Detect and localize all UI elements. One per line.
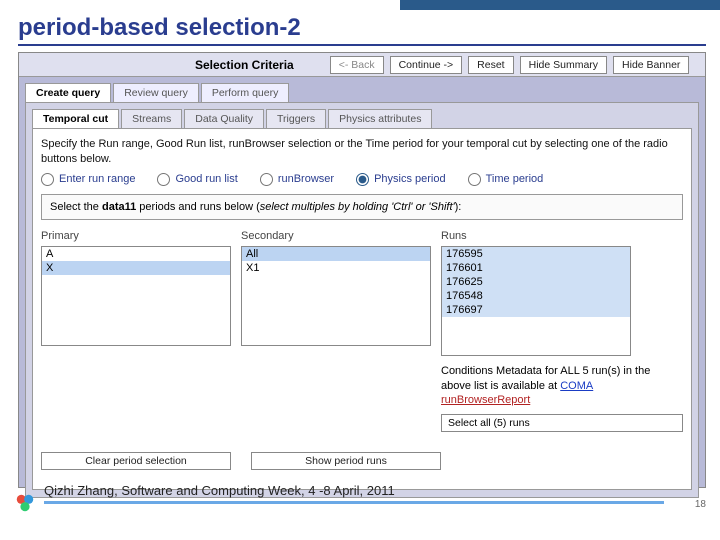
- hide-summary-button[interactable]: Hide Summary: [520, 56, 607, 74]
- run-browser-report: runBrowserReport: [441, 394, 530, 406]
- radio-physics-period-input[interactable]: [356, 173, 369, 186]
- instr-bold: data11: [102, 201, 136, 213]
- secondary-item[interactable]: All: [242, 247, 430, 261]
- top-accent-bar: [400, 0, 720, 10]
- primary-label: Primary: [41, 230, 231, 242]
- tab-review-query[interactable]: Review query: [113, 83, 199, 102]
- secondary-column: Secondary All X1: [241, 230, 431, 433]
- logo-icon: [14, 492, 36, 514]
- instr-pre: Select the: [50, 201, 102, 213]
- tab-streams[interactable]: Streams: [121, 109, 182, 128]
- runs-listbox[interactable]: 176595 176601 176625 176548 176697: [441, 246, 631, 356]
- tab-triggers[interactable]: Triggers: [266, 109, 326, 128]
- temporal-radio-group: Enter run range Good run list runBrowser…: [41, 173, 683, 186]
- secondary-item[interactable]: X1: [242, 261, 430, 275]
- conditions-text: Conditions Metadata for ALL 5 run(s) in …: [441, 364, 683, 409]
- run-item[interactable]: 176595: [442, 247, 630, 261]
- radio-run-browser-input[interactable]: [260, 173, 273, 186]
- continue-button[interactable]: Continue ->: [390, 56, 463, 74]
- intro-text: Specify the Run range, Good Run list, ru…: [41, 137, 683, 167]
- radio-good-run-list-input[interactable]: [157, 173, 170, 186]
- run-item[interactable]: 176548: [442, 289, 630, 303]
- runs-column: Runs 176595 176601 176625 176548 176697 …: [441, 230, 683, 433]
- runs-label: Runs: [441, 230, 683, 242]
- instr-mid: periods and runs below (: [136, 201, 260, 213]
- run-item[interactable]: 176601: [442, 261, 630, 275]
- radio-run-range-label: Enter run range: [59, 173, 135, 185]
- hide-banner-button[interactable]: Hide Banner: [613, 56, 689, 74]
- select-all-runs-button[interactable]: Select all (5) runs: [441, 414, 683, 432]
- slide-title: period-based selection-2: [18, 14, 706, 46]
- secondary-label: Secondary: [241, 230, 431, 242]
- radio-good-run-list[interactable]: Good run list: [157, 173, 237, 186]
- toolbar-title: Selection Criteria: [195, 58, 294, 72]
- radio-time-period-label: Time period: [486, 173, 544, 185]
- radio-good-run-list-label: Good run list: [175, 173, 237, 185]
- period-columns: Primary A X Secondary All X1 Runs: [41, 230, 683, 433]
- radio-run-range[interactable]: Enter run range: [41, 173, 135, 186]
- primary-listbox[interactable]: A X: [41, 246, 231, 346]
- tab-data-quality[interactable]: Data Quality: [184, 109, 264, 128]
- conditions-pre: Conditions Metadata for ALL 5 run(s) in …: [441, 365, 650, 392]
- create-query-panel: Temporal cut Streams Data Quality Trigge…: [25, 102, 699, 498]
- tab-create-query[interactable]: Create query: [25, 83, 111, 102]
- bottom-buttons: Clear period selection Show period runs: [41, 452, 683, 470]
- secondary-listbox[interactable]: All X1: [241, 246, 431, 346]
- radio-run-browser-label: runBrowser: [278, 173, 334, 185]
- run-item[interactable]: 176697: [442, 303, 630, 317]
- tab-temporal-cut[interactable]: Temporal cut: [32, 109, 119, 128]
- radio-time-period[interactable]: Time period: [468, 173, 544, 186]
- radio-run-range-input[interactable]: [41, 173, 54, 186]
- outer-tabs: Create query Review query Perform query: [25, 83, 705, 102]
- show-period-runs-button[interactable]: Show period runs: [251, 452, 441, 470]
- radio-physics-period[interactable]: Physics period: [356, 173, 446, 186]
- radio-physics-period-label: Physics period: [374, 173, 446, 185]
- coma-link[interactable]: COMA: [560, 380, 593, 392]
- instr-italic: select multiples by holding 'Ctrl' or 'S…: [260, 201, 455, 213]
- clear-period-button[interactable]: Clear period selection: [41, 452, 231, 470]
- instr-end: ):: [455, 201, 462, 213]
- primary-column: Primary A X: [41, 230, 231, 433]
- tab-perform-query[interactable]: Perform query: [201, 83, 290, 102]
- radio-time-period-input[interactable]: [468, 173, 481, 186]
- primary-item[interactable]: A: [42, 247, 230, 261]
- tab-physics-attributes[interactable]: Physics attributes: [328, 109, 432, 128]
- temporal-cut-panel: Specify the Run range, Good Run list, ru…: [32, 128, 692, 490]
- selection-criteria-toolbar: Selection Criteria <- Back Continue -> R…: [19, 53, 705, 77]
- page-number: 18: [695, 499, 706, 510]
- inner-tabs: Temporal cut Streams Data Quality Trigge…: [32, 109, 692, 128]
- footer-text: Qizhi Zhang, Software and Computing Week…: [44, 483, 664, 504]
- footer: Qizhi Zhang, Software and Computing Week…: [0, 492, 720, 524]
- app-window: Selection Criteria <- Back Continue -> R…: [18, 52, 706, 488]
- radio-run-browser[interactable]: runBrowser: [260, 173, 334, 186]
- period-select-instruction: Select the data11 periods and runs below…: [41, 194, 683, 220]
- run-item[interactable]: 176625: [442, 275, 630, 289]
- back-button[interactable]: <- Back: [330, 56, 384, 74]
- reset-button[interactable]: Reset: [468, 56, 513, 74]
- primary-item[interactable]: X: [42, 261, 230, 275]
